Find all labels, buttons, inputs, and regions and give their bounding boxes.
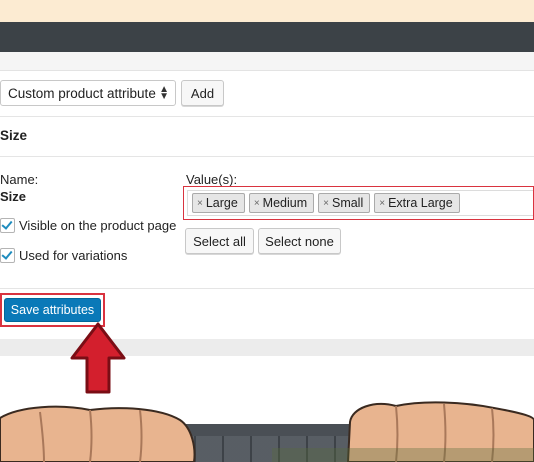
- value-chip[interactable]: × Extra Large: [374, 193, 460, 213]
- remove-icon[interactable]: ×: [323, 198, 329, 209]
- left-hand-icon: [0, 405, 196, 462]
- divider: [0, 156, 534, 157]
- variations-label: Used for variations: [19, 248, 128, 263]
- remove-icon[interactable]: ×: [379, 198, 385, 209]
- attribute-type-select[interactable]: Custom product attribute ▲ ▼: [0, 80, 176, 106]
- remove-icon[interactable]: ×: [254, 198, 260, 209]
- values-input[interactable]: × Large × Medium × Small × Extra Large: [187, 190, 533, 216]
- watermark-strip: [272, 448, 534, 462]
- value-chip[interactable]: × Medium: [248, 193, 315, 213]
- toolbar-strip: [0, 52, 534, 71]
- add-attribute-button[interactable]: Add: [181, 80, 224, 106]
- name-label: Name:: [0, 172, 39, 187]
- background-top: [0, 0, 534, 22]
- divider: [0, 288, 534, 289]
- variations-checkbox[interactable]: [0, 248, 15, 263]
- values-highlight-frame: × Large × Medium × Small × Extra Large: [183, 186, 534, 220]
- visible-on-product-page-option[interactable]: Visible on the product page: [0, 218, 176, 233]
- select-all-button[interactable]: Select all: [185, 228, 254, 254]
- values-label: Value(s):: [186, 172, 238, 187]
- attribute-type-value: Custom product attribute: [8, 85, 156, 101]
- value-chip[interactable]: × Large: [192, 193, 245, 213]
- laptop-bezel: [0, 22, 534, 52]
- value-chip[interactable]: × Small: [318, 193, 371, 213]
- attribute-heading: Size: [0, 128, 28, 143]
- admin-screen: Custom product attribute ▲ ▼ Add Size Nam…: [0, 52, 534, 462]
- visible-checkbox[interactable]: [0, 218, 15, 233]
- divider: [0, 116, 534, 117]
- save-attributes-button[interactable]: Save attributes: [4, 298, 101, 322]
- select-none-button[interactable]: Select none: [258, 228, 341, 254]
- attribute-name-value: Size: [0, 189, 27, 204]
- used-for-variations-option[interactable]: Used for variations: [0, 248, 127, 263]
- visible-label: Visible on the product page: [19, 218, 177, 233]
- select-arrows-icon: ▲ ▼: [159, 84, 169, 102]
- pointer-arrow-icon: [70, 322, 126, 394]
- remove-icon[interactable]: ×: [197, 198, 203, 209]
